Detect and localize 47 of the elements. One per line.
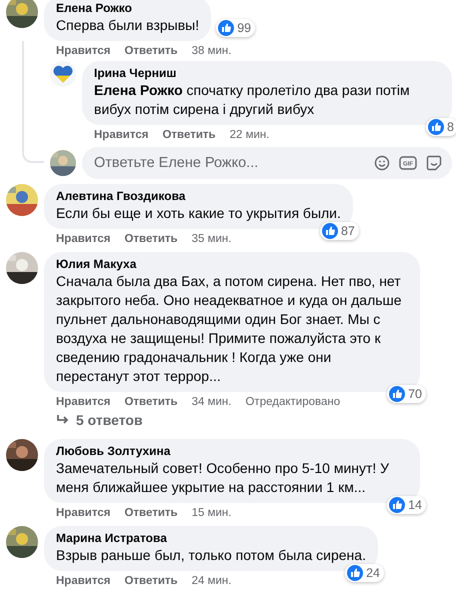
author-name: Ірина Черниш — [94, 66, 178, 81]
comment-text: Замечательный совет! Особенно про 5-10 минут! У меня ближайшее укрытие на расстоянии 1 км... — [56, 459, 390, 497]
edited-label: Отредактировано — [245, 396, 340, 408]
smiley-icon[interactable] — [374, 155, 390, 171]
author-name: Юлия Макуха — [56, 257, 138, 272]
timestamp[interactable]: 34 мин. — [192, 396, 232, 408]
author-name: Алевтина Гвоздикова — [56, 189, 186, 204]
like-link[interactable]: Нравится — [56, 396, 110, 408]
reply-link[interactable]: Ответить — [124, 45, 178, 57]
view-replies-link[interactable]: 5 ответов — [76, 412, 143, 428]
like-icon — [389, 386, 406, 402]
like-icon — [389, 497, 406, 513]
like-link[interactable]: Нравится — [56, 233, 110, 245]
author-name: Марина Истратова — [56, 531, 168, 546]
reply-link[interactable]: Ответить — [162, 129, 216, 141]
comment-text: Взрыв раньше был, только потом была сирена. — [56, 546, 366, 565]
like-icon — [322, 223, 338, 239]
reaction-count[interactable]: 99 — [216, 19, 256, 37]
like-icon — [347, 565, 364, 581]
author-name: Елена Рожко — [56, 1, 133, 16]
comment-text: Если бы еще и хоть какие то укрытия были. — [56, 204, 341, 223]
reply-arrow-icon — [56, 414, 70, 426]
like-link[interactable]: Нравится — [56, 45, 110, 57]
reply-link[interactable]: Ответить — [124, 233, 178, 245]
reply-link[interactable]: Ответить — [124, 396, 178, 408]
reply-link[interactable]: Ответить — [124, 507, 178, 519]
reaction-count[interactable]: 24 — [345, 564, 384, 582]
timestamp[interactable]: 15 мин. — [192, 507, 232, 519]
comment-text: Сначала была два Бах, а потом сирена. Нет пво, нет закрытого неба. Оно неадекватное и куда он дальше пульнет дальнонаводящими один Бог знает. Мы с воздуха не защищены! Примите пожалуйста это к сведению градоначальник ! Когда уже они перестанут этот террор... — [56, 272, 403, 386]
reaction-count[interactable]: 14 — [387, 496, 426, 514]
like-link[interactable]: Нравится — [94, 129, 148, 141]
comment-text: Сперва были взрывы! — [56, 16, 200, 35]
reaction-count[interactable]: 87 — [320, 222, 359, 240]
timestamp[interactable]: 22 мин. — [230, 129, 270, 141]
timestamp[interactable]: 24 мин. — [192, 575, 232, 587]
like-link[interactable]: Нравится — [56, 575, 110, 587]
reaction-count[interactable]: 70 — [387, 385, 426, 403]
like-link[interactable]: Нравится — [56, 507, 110, 519]
like-icon — [428, 119, 444, 135]
author-name: Любовь Золтухина — [56, 444, 172, 459]
comment-text: Елена Рожко спочатку пролетіло два рази потім вибух потім сирена і другий вибух — [94, 81, 411, 119]
timestamp[interactable]: 35 мин. — [192, 233, 232, 245]
reply-link[interactable]: Ответить — [124, 575, 178, 587]
sticker-icon[interactable] — [426, 155, 442, 171]
reaction-count[interactable]: 8 — [426, 118, 456, 136]
like-icon — [218, 20, 234, 36]
timestamp[interactable]: 38 мин. — [192, 45, 232, 57]
